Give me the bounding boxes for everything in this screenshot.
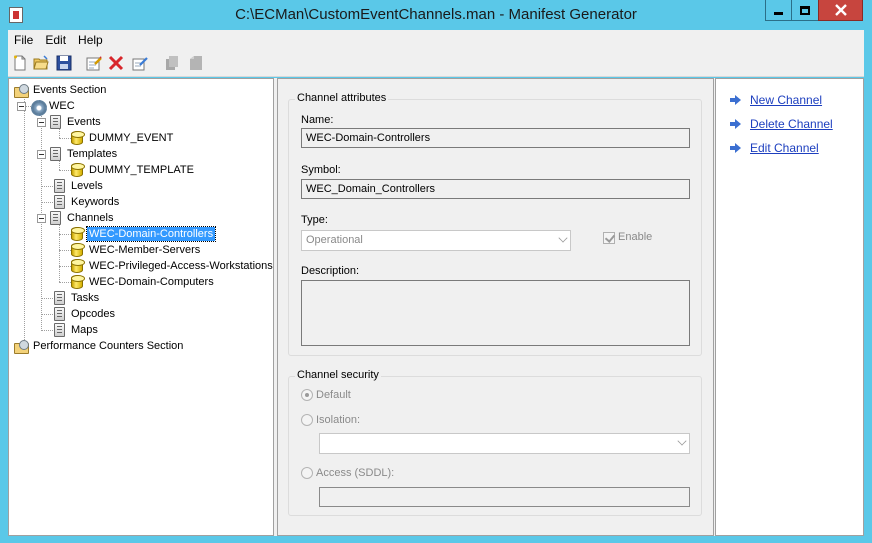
list-container-icon <box>50 115 61 129</box>
manifest-tree[interactable]: Events Section WEC Events DUMMY_EVENT Te… <box>8 78 274 536</box>
list-container-icon <box>54 179 65 193</box>
menu-file[interactable]: File <box>8 30 39 50</box>
provider-gear-icon <box>29 98 47 116</box>
tree-node-dummy-template[interactable]: DUMMY_TEMPLATE <box>71 162 196 178</box>
channel-security-legend: Channel security <box>295 369 381 381</box>
tree-node-channel[interactable]: WEC-Member-Servers <box>71 242 202 258</box>
minimize-button[interactable] <box>765 0 791 21</box>
open-icon[interactable] <box>33 55 49 71</box>
tree-node-events[interactable]: Events <box>37 114 103 130</box>
name-label: Name: <box>301 114 334 126</box>
enable-label: Enable <box>618 231 653 243</box>
rename-icon[interactable] <box>132 55 148 71</box>
collapse-toggle-icon[interactable] <box>17 101 26 111</box>
chevron-down-icon <box>677 436 687 446</box>
item-cylinder-icon <box>71 243 85 257</box>
save-icon[interactable] <box>56 55 72 71</box>
access-sddl-radio-label: Access (SDDL): <box>316 467 395 479</box>
edit-properties-icon[interactable] <box>86 55 102 71</box>
access-sddl-radio[interactable] <box>301 467 313 479</box>
section-folder-icon <box>13 83 29 98</box>
section-folder-icon <box>13 339 29 354</box>
actions-panel: New Channel Delete Channel Edit Channel <box>715 78 864 536</box>
channel-security-group: Channel security Default Isolation: Acce… <box>288 369 702 516</box>
name-field[interactable]: WEC-Domain-Controllers <box>301 128 690 148</box>
tree-node-keywords[interactable]: Keywords <box>53 194 121 210</box>
collapse-toggle-icon[interactable] <box>37 213 46 223</box>
maximize-icon <box>800 5 810 15</box>
window-title: C:\ECMan\CustomEventChannels.man - Manif… <box>235 6 637 23</box>
type-label: Type: <box>301 214 328 226</box>
symbol-label: Symbol: <box>301 164 341 176</box>
title-bar: C:\ECMan\CustomEventChannels.man - Manif… <box>0 0 872 30</box>
isolation-radio[interactable] <box>301 414 313 426</box>
disabled-copy-icon[interactable] <box>164 55 180 71</box>
list-container-icon <box>54 195 65 209</box>
list-container-icon <box>54 291 65 305</box>
close-icon <box>834 4 847 16</box>
list-container-icon <box>50 147 61 161</box>
arrow-right-icon <box>730 119 742 129</box>
item-cylinder-icon <box>71 227 85 241</box>
maximize-button[interactable] <box>791 0 818 21</box>
close-button[interactable] <box>818 0 863 21</box>
menu-edit[interactable]: Edit <box>39 30 72 50</box>
content-area: Events Section WEC Events DUMMY_EVENT Te… <box>8 78 864 536</box>
isolation-select[interactable] <box>319 433 690 454</box>
default-radio[interactable] <box>301 389 313 401</box>
tree-node-channels[interactable]: Channels <box>37 210 115 226</box>
list-container-icon <box>50 211 61 225</box>
new-icon[interactable] <box>12 55 28 71</box>
tree-node-events-section[interactable]: Events Section <box>13 82 108 98</box>
tree-node-maps[interactable]: Maps <box>53 322 100 338</box>
tree-node-dummy-event[interactable]: DUMMY_EVENT <box>71 130 175 146</box>
arrow-right-icon <box>730 95 742 105</box>
type-select-value: Operational <box>306 234 363 246</box>
new-channel-link[interactable]: New Channel <box>730 92 822 108</box>
tree-node-wec[interactable]: WEC <box>17 98 77 116</box>
tree-node-opcodes[interactable]: Opcodes <box>53 306 117 322</box>
tree-node-channel[interactable]: WEC-Domain-Controllers <box>71 226 217 242</box>
tree-node-tasks[interactable]: Tasks <box>53 290 101 306</box>
arrow-right-icon <box>730 143 742 153</box>
channel-attributes-legend: Channel attributes <box>295 92 389 104</box>
tree-node-channel[interactable]: WEC-Privileged-Access-Workstations <box>71 258 273 274</box>
disabled-paste-icon[interactable] <box>188 55 204 71</box>
isolation-radio-label: Isolation: <box>316 414 361 426</box>
description-label: Description: <box>301 265 360 277</box>
item-cylinder-icon <box>71 131 85 145</box>
channel-attributes-group: Channel attributes Name: WEC-Domain-Cont… <box>288 92 702 356</box>
access-sddl-field[interactable] <box>319 487 690 507</box>
item-cylinder-icon <box>71 275 85 289</box>
list-container-icon <box>54 307 65 321</box>
item-cylinder-icon <box>71 259 85 273</box>
edit-channel-link[interactable]: Edit Channel <box>730 140 819 156</box>
chevron-down-icon <box>558 233 568 243</box>
tree-node-levels[interactable]: Levels <box>53 178 105 194</box>
main-window: C:\ECMan\CustomEventChannels.man - Manif… <box>0 0 872 543</box>
channel-details-panel: Channel attributes Name: WEC-Domain-Cont… <box>277 78 714 536</box>
menu-help[interactable]: Help <box>72 30 109 50</box>
tree-node-channel[interactable]: WEC-Domain-Computers <box>71 274 216 290</box>
tree-node-performance-counters-section[interactable]: Performance Counters Section <box>13 338 185 354</box>
tree-node-templates[interactable]: Templates <box>37 146 119 162</box>
collapse-toggle-icon[interactable] <box>37 149 46 159</box>
list-container-icon <box>54 323 65 337</box>
symbol-field[interactable]: WEC_Domain_Controllers <box>301 179 690 199</box>
menu-bar: File Edit Help <box>8 30 864 50</box>
collapse-toggle-icon[interactable] <box>37 117 46 127</box>
toolbar <box>8 50 864 77</box>
item-cylinder-icon <box>71 163 85 177</box>
minimize-icon <box>774 11 783 15</box>
type-select[interactable]: Operational <box>301 230 571 251</box>
description-field[interactable] <box>301 280 690 346</box>
default-radio-label: Default <box>316 389 351 401</box>
delete-channel-link[interactable]: Delete Channel <box>730 116 833 132</box>
delete-icon[interactable] <box>108 55 124 71</box>
enable-checkbox[interactable] <box>603 232 615 244</box>
